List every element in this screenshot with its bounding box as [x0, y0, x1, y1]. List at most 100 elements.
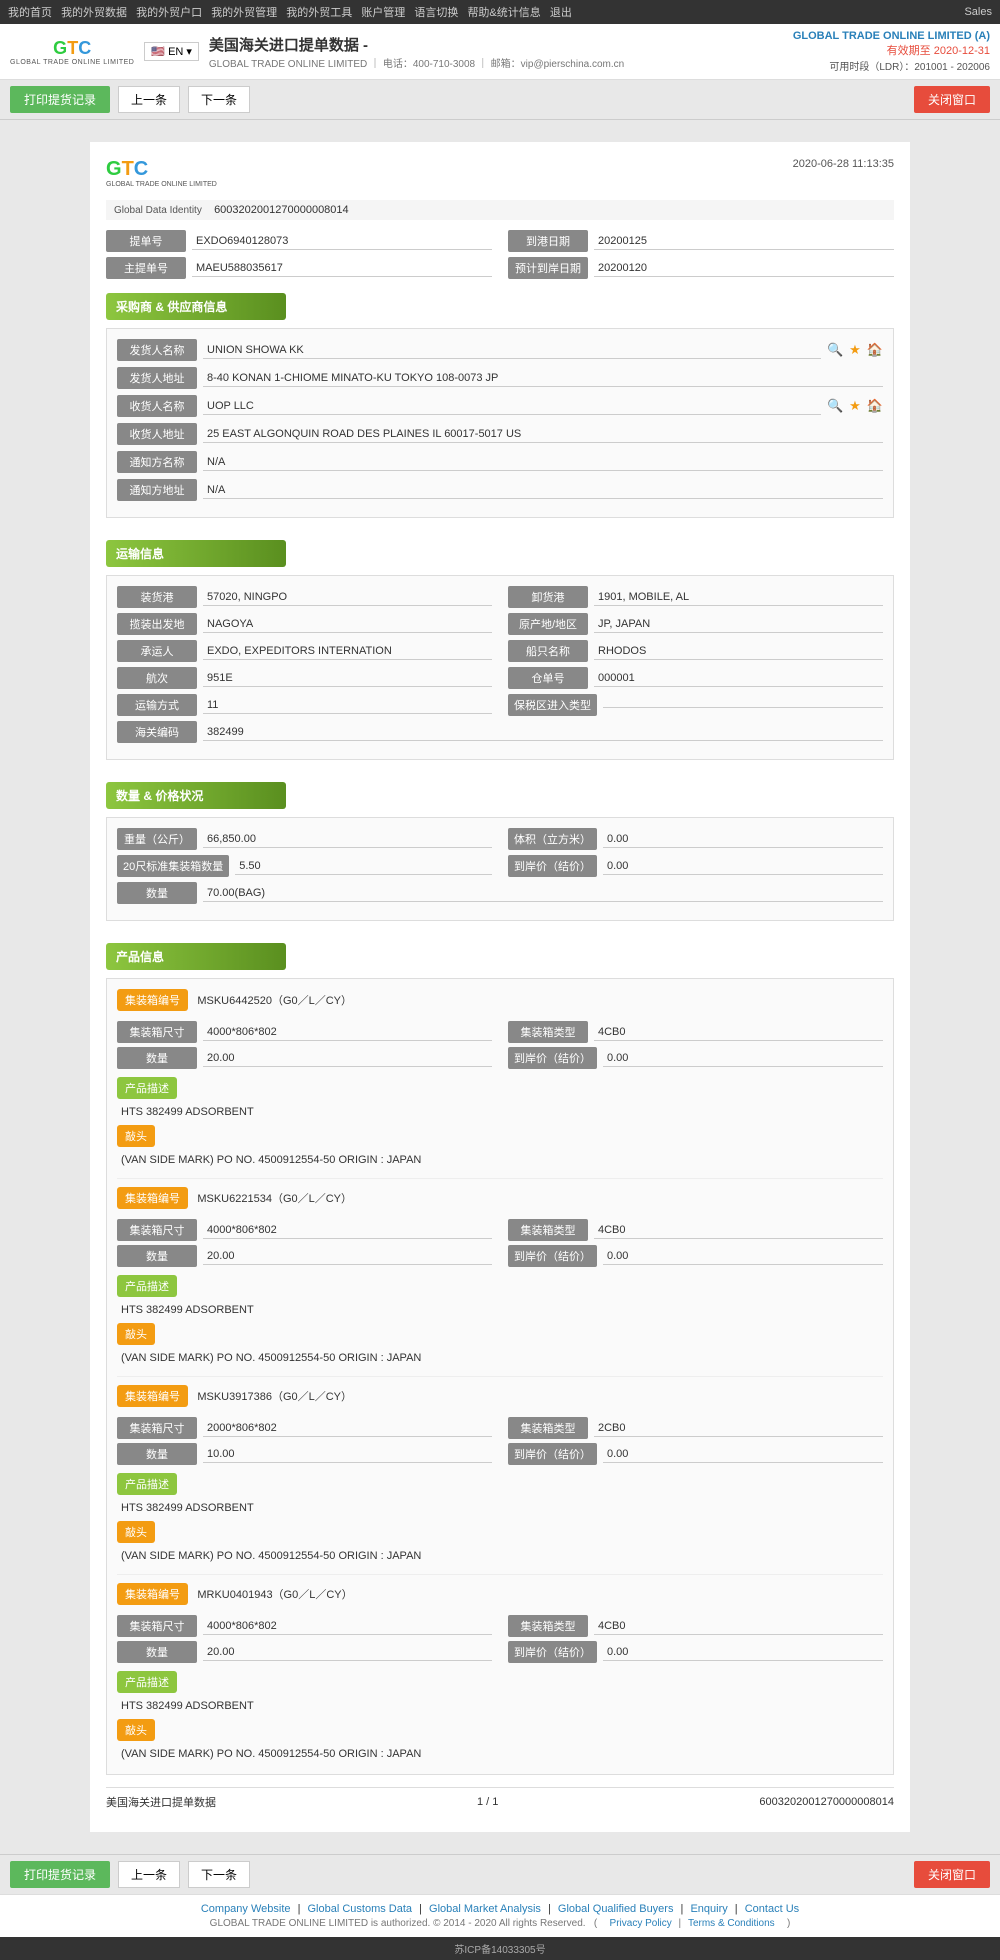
footer-qualified-buyers[interactable]: Global Qualified Buyers [558, 1903, 674, 1915]
customs-num-value: 382499 [203, 724, 883, 741]
nav-language[interactable]: 语言切换 [414, 7, 458, 19]
doc-footer: 美国海关进口提单数据 1 / 1 6003202001270000008014 [106, 1787, 894, 1816]
volume-group: 体积（立方米） 0.00 [508, 828, 883, 850]
container-no-badge-3: 集装箱编号 [117, 1583, 188, 1605]
doc-footer-global-id: 6003202001270000008014 [759, 1796, 894, 1808]
container-no-badge-2: 集装箱编号 [117, 1385, 188, 1407]
transport-mode-value: 11 [203, 697, 492, 714]
bill-no-value: EXDO6940128073 [192, 233, 492, 250]
product-price-label-2: 到岸价（结价） [508, 1443, 597, 1465]
doc-footer-page: 1 / 1 [477, 1796, 498, 1808]
logo-g: G [53, 38, 67, 58]
transport-mode-group: 运输方式 11 [117, 694, 492, 716]
search-icon[interactable]: 🔍 [827, 342, 843, 358]
container-size-value-1: 4000*806*802 [203, 1222, 492, 1239]
close-button[interactable]: 关闭窗口 [914, 86, 990, 113]
product-price-value-2: 0.00 [603, 1446, 883, 1463]
container-no-badge-1: 集装箱编号 [117, 1187, 188, 1209]
marks-text-0: (VAN SIDE MARK) PO NO. 4500912554-50 ORI… [121, 1154, 883, 1166]
product-qty-group-3: 数量 20.00 [117, 1641, 492, 1663]
discharge-port-value: 1901, MOBILE, AL [594, 589, 883, 606]
company-name: GLOBAL TRADE ONLINE LIMITED (A) [793, 30, 990, 42]
container-no-value-2: MSKU3917386（G0／L／CY） [197, 1391, 352, 1403]
weight-value: 66,850.00 [203, 831, 492, 848]
nav-user-mgmt[interactable]: 账户管理 [361, 7, 405, 19]
product-price-label-0: 到岸价（结价） [508, 1047, 597, 1069]
product-qty-group-1: 数量 20.00 [117, 1245, 492, 1267]
container-size-value-3: 4000*806*802 [203, 1618, 492, 1635]
nav-management[interactable]: 我的外贸管理 [211, 7, 277, 19]
product-info-header: 产品信息 [106, 943, 286, 970]
product-qty-label-1: 数量 [117, 1245, 197, 1267]
footer-company-website[interactable]: Company Website [201, 1903, 291, 1915]
product-desc-text-2: HTS 382499 ADSORBENT [121, 1502, 883, 1514]
product-price-label-3: 到岸价（结价） [508, 1641, 597, 1663]
footer-links[interactable]: Company Website | Global Customs Data | … [8, 1903, 992, 1915]
vessel-name-label: 船只名称 [508, 640, 588, 662]
next-button[interactable]: 下一条 [188, 86, 250, 113]
footer-privacy-policy[interactable]: Privacy Policy [610, 1918, 672, 1929]
estimated-date-group: 预计到岸日期 20200120 [508, 257, 894, 279]
bottom-next-button[interactable]: 下一条 [188, 1861, 250, 1888]
bill-no-label: 提单号 [106, 230, 186, 252]
receiver-name-row: 收货人名称 UOP LLC 🔍 ★ 🏠 [117, 395, 883, 417]
vessel-name-group: 船只名称 RHODOS [508, 640, 883, 662]
notify-name-row: 通知方名称 N/A [117, 451, 883, 473]
bottom-prev-button[interactable]: 上一条 [118, 1861, 180, 1888]
bottom-print-button[interactable]: 打印提货记录 [10, 1861, 110, 1888]
load-port-value: 57020, NINGPO [203, 589, 492, 606]
bottom-close-button[interactable]: 关闭窗口 [914, 1861, 990, 1888]
origin-country-value: JP, JAPAN [594, 616, 883, 633]
footer-market-analysis[interactable]: Global Market Analysis [429, 1903, 541, 1915]
footer-customs-data[interactable]: Global Customs Data [308, 1903, 413, 1915]
customs-zone-value [603, 703, 883, 708]
sender-receiver-box: 发货人名称 UNION SHOWA KK 🔍 ★ 🏠 发货人地址 8-40 KO… [106, 328, 894, 518]
logistics-section: 运输信息 装货港 57020, NINGPO 卸货港 1901, MOBILE,… [106, 530, 894, 760]
product-info-section: 产品信息 集装箱编号 MSKU6442520（G0／L／CY） 集装箱尺寸 40… [106, 933, 894, 1775]
nav-help[interactable]: 帮助&统计信息 [467, 7, 540, 19]
doc-logo-sub: GLOBAL TRADE ONLINE LIMITED [106, 181, 217, 188]
product-qty-label-0: 数量 [117, 1047, 197, 1069]
volume-label: 体积（立方米） [508, 828, 597, 850]
footer-enquiry[interactable]: Enquiry [690, 1903, 727, 1915]
language-flag-button[interactable]: 🇺🇸 EN ▾ [144, 42, 199, 61]
page-title: 美国海关进口提单数据 - GLOBAL TRADE ONLINE LIMITED… [209, 34, 624, 70]
nav-tools[interactable]: 我的外贸工具 [286, 7, 352, 19]
footer: Company Website | Global Customs Data | … [0, 1894, 1000, 1937]
quantity-value: 70.00(BAG) [203, 885, 883, 902]
customs-num-label: 海关编码 [117, 721, 197, 743]
footer-copyright: GLOBAL TRADE ONLINE LIMITED is authorize… [8, 1918, 992, 1929]
logistics-header: 运输信息 [106, 540, 286, 567]
voyage-value: 951E [203, 670, 492, 687]
nav-logout[interactable]: 退出 [550, 7, 572, 19]
nav-account[interactable]: 我的外贸户口 [136, 7, 202, 19]
search-icon-2[interactable]: 🔍 [827, 398, 843, 414]
print-button[interactable]: 打印提货记录 [10, 86, 110, 113]
nav-home[interactable]: 我的首页 [8, 7, 52, 19]
origin-place-value: NAGOYA [203, 616, 492, 633]
marks-text-2: (VAN SIDE MARK) PO NO. 4500912554-50 ORI… [121, 1550, 883, 1562]
footer-contact-us[interactable]: Contact Us [745, 1903, 799, 1915]
prev-button[interactable]: 上一条 [118, 86, 180, 113]
nav-export-data[interactable]: 我的外贸数据 [61, 7, 127, 19]
footer-terms[interactable]: Terms & Conditions [688, 1918, 775, 1929]
contact-info: GLOBAL TRADE ONLINE LIMITED ｜ 电话：400-710… [209, 55, 624, 70]
product-qty-label-2: 数量 [117, 1443, 197, 1465]
home-icon[interactable]: 🏠 [867, 342, 883, 358]
product-desc-text-1: HTS 382499 ADSORBENT [121, 1304, 883, 1316]
star-icon[interactable]: ★ [849, 342, 861, 358]
nav-links[interactable]: 我的首页 我的外贸数据 我的外贸户口 我的外贸管理 我的外贸工具 账户管理 语言… [8, 4, 578, 20]
star-icon-2[interactable]: ★ [849, 398, 861, 414]
weight-price-header: 数量 & 价格状况 [106, 782, 286, 809]
marks-label-1: 敲头 [117, 1323, 155, 1345]
home-icon-2[interactable]: 🏠 [867, 398, 883, 414]
marks-text-1: (VAN SIDE MARK) PO NO. 4500912554-50 ORI… [121, 1352, 883, 1364]
notify-address-value: N/A [203, 482, 883, 499]
sender-address-value: 8-40 KONAN 1-CHIOME MINATO-KU TOKYO 108-… [203, 370, 883, 387]
global-data-identity-value: 6003202001270000008014 [214, 204, 349, 216]
customs-zone-label: 保税区进入类型 [508, 694, 597, 716]
receiver-name-label: 收货人名称 [117, 395, 197, 417]
sender-name-value: UNION SHOWA KK [203, 342, 821, 359]
product-desc-label-2: 产品描述 [117, 1473, 177, 1495]
arrival-date-value: 20200125 [594, 233, 894, 250]
